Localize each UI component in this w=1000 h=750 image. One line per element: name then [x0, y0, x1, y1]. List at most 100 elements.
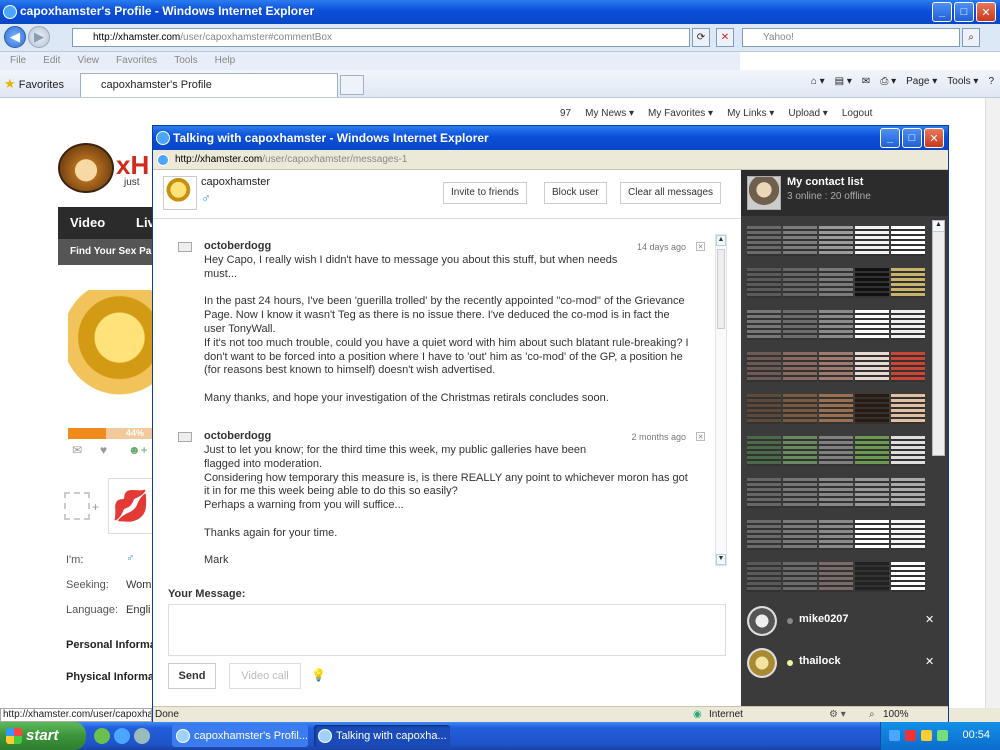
- contact-thumbnail[interactable]: [819, 226, 853, 256]
- contact-thumbnail[interactable]: [891, 478, 925, 508]
- home-icon[interactable]: ⌂ ▾: [811, 76, 825, 87]
- contact-thumbnail[interactable]: [891, 268, 925, 298]
- close-button[interactable]: ✕: [976, 2, 996, 22]
- tools-menu[interactable]: Tools ▾: [947, 76, 978, 87]
- mail-icon[interactable]: ✉: [862, 76, 870, 87]
- messages-scrollbar[interactable]: ▲ ▼: [715, 234, 727, 566]
- contact-thumbnail[interactable]: [819, 478, 853, 508]
- nav-my-favorites[interactable]: My Favorites ▾: [648, 108, 713, 119]
- contact-thumbnail[interactable]: [891, 436, 925, 466]
- page-scrollbar[interactable]: [985, 98, 1000, 708]
- chat-user-name[interactable]: capoxhamster: [201, 176, 270, 188]
- personal-info-heading[interactable]: Personal Informa: [66, 639, 154, 651]
- contact-name[interactable]: mike0207: [799, 613, 849, 625]
- video-call-button[interactable]: Video call: [229, 663, 301, 689]
- contact-thumbnail[interactable]: [783, 268, 817, 298]
- popup-close-button[interactable]: ✕: [924, 128, 944, 148]
- signal-icon[interactable]: [937, 730, 948, 741]
- tray-icon[interactable]: [889, 730, 900, 741]
- scroll-up-icon[interactable]: ▲: [933, 221, 944, 232]
- contact-thumbnail[interactable]: [855, 352, 889, 382]
- contact-item[interactable]: thailock ✕: [741, 644, 948, 684]
- contact-thumbnail[interactable]: [891, 520, 925, 550]
- message-sender[interactable]: octoberdogg: [204, 430, 271, 442]
- message-sender[interactable]: octoberdogg: [204, 240, 271, 252]
- task-profile-window[interactable]: capoxhamster's Profil...: [172, 725, 308, 747]
- contact-thumbnail[interactable]: [747, 436, 781, 466]
- feeds-icon[interactable]: ▤ ▾: [835, 76, 852, 87]
- contact-thumbnail[interactable]: [783, 520, 817, 550]
- menu-tools[interactable]: Tools: [174, 52, 197, 70]
- contact-thumbnail[interactable]: [855, 226, 889, 256]
- scroll-thumb[interactable]: [717, 249, 725, 329]
- messenger-icon[interactable]: [94, 728, 110, 744]
- help-icon[interactable]: ?: [988, 76, 994, 87]
- contact-thumbnail[interactable]: [855, 394, 889, 424]
- contact-thumbnail[interactable]: [747, 394, 781, 424]
- task-chat-window[interactable]: Talking with capoxha...: [314, 725, 450, 747]
- chat-user-avatar[interactable]: [163, 176, 197, 210]
- tab-profile[interactable]: capoxhamster's Profile: [80, 73, 338, 97]
- contact-thumbnail[interactable]: [783, 352, 817, 382]
- scroll-down-icon[interactable]: ▼: [716, 554, 726, 565]
- lightbulb-icon[interactable]: 💡: [311, 668, 326, 682]
- forward-arrow-icon[interactable]: ▶: [28, 26, 50, 48]
- search-icon[interactable]: ⌕: [962, 28, 980, 47]
- nav-my-news[interactable]: My News ▾: [585, 108, 634, 119]
- search-input[interactable]: Yahoo!: [742, 28, 960, 47]
- contact-thumbnail[interactable]: [819, 394, 853, 424]
- nav-logout[interactable]: Logout: [842, 108, 873, 119]
- contact-thumbnail[interactable]: [819, 562, 853, 592]
- contact-thumbnail[interactable]: [891, 352, 925, 382]
- contact-thumbnail[interactable]: [747, 310, 781, 340]
- contact-thumbnail[interactable]: [819, 436, 853, 466]
- nav-find-sex-partner[interactable]: Find Your Sex Pa: [58, 239, 154, 265]
- nav-my-links[interactable]: My Links ▾: [727, 108, 774, 119]
- address-input[interactable]: http://xhamster.com/user/capoxhamster#co…: [72, 28, 690, 47]
- contact-thumbnail[interactable]: [783, 226, 817, 256]
- popup-minimize-button[interactable]: _: [880, 128, 900, 148]
- contact-thumbnail[interactable]: [783, 562, 817, 592]
- notification-count[interactable]: 97: [560, 108, 571, 119]
- site-logo-icon[interactable]: [58, 143, 114, 193]
- nav-upload[interactable]: Upload ▾: [788, 108, 828, 119]
- contact-thumbnail[interactable]: [747, 562, 781, 592]
- desktop-icon[interactable]: [134, 728, 150, 744]
- mail-icon[interactable]: ✉: [72, 443, 82, 457]
- delete-message-icon[interactable]: ✕: [696, 432, 705, 441]
- contact-thumbnail[interactable]: [819, 310, 853, 340]
- message-input[interactable]: [168, 604, 726, 656]
- block-user-button[interactable]: Block user: [544, 182, 607, 204]
- contact-item[interactable]: mike0207 ✕: [741, 602, 948, 642]
- security-icon[interactable]: ⚙ ▾: [829, 707, 846, 722]
- scroll-up-icon[interactable]: ▲: [716, 235, 726, 246]
- zoom-icon[interactable]: ⌕: [869, 707, 875, 722]
- popup-maximize-button[interactable]: □: [902, 128, 922, 148]
- contact-thumbnail[interactable]: [783, 478, 817, 508]
- menu-file[interactable]: File: [10, 52, 26, 70]
- favorites-button[interactable]: ★ Favorites: [4, 76, 64, 92]
- new-tab-button[interactable]: [340, 75, 364, 95]
- contact-thumbnail[interactable]: [891, 394, 925, 424]
- maximize-button[interactable]: □: [954, 2, 974, 22]
- contact-thumbnail[interactable]: [747, 352, 781, 382]
- my-avatar[interactable]: [747, 176, 781, 210]
- contacts-scrollbar[interactable]: ▲: [932, 220, 945, 456]
- clear-all-messages-button[interactable]: Clear all messages: [620, 182, 722, 204]
- contact-thumbnail[interactable]: [747, 478, 781, 508]
- contact-thumbnail[interactable]: [855, 436, 889, 466]
- contact-thumbnail[interactable]: [819, 268, 853, 298]
- remove-contact-icon[interactable]: ✕: [925, 613, 934, 626]
- add-friend-icon[interactable]: ☻+: [128, 443, 148, 457]
- send-button[interactable]: Send: [168, 663, 216, 689]
- print-icon[interactable]: ⎙ ▾: [880, 76, 896, 87]
- contact-thumbnail[interactable]: [783, 436, 817, 466]
- menu-view[interactable]: View: [77, 52, 99, 70]
- contact-name[interactable]: thailock: [799, 655, 841, 667]
- physical-info-heading[interactable]: Physical Informat: [66, 671, 154, 683]
- plus-icon[interactable]: +: [92, 500, 99, 514]
- tray-icon[interactable]: [921, 730, 932, 741]
- tray-icon[interactable]: [905, 730, 916, 741]
- delete-message-icon[interactable]: ✕: [696, 242, 705, 251]
- remove-contact-icon[interactable]: ✕: [925, 655, 934, 668]
